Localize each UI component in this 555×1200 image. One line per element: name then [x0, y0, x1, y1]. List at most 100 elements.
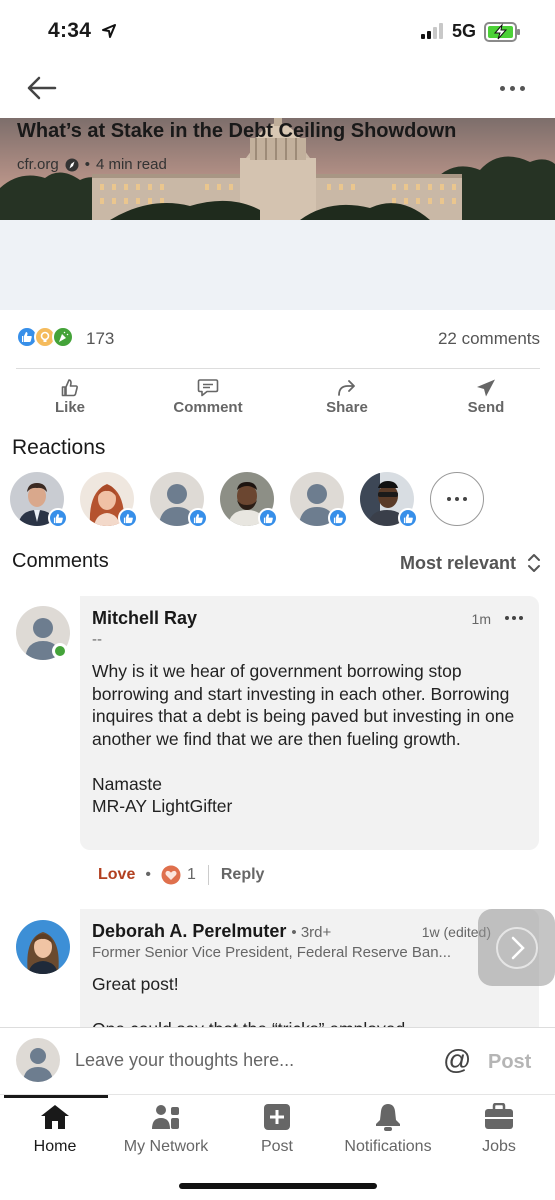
- location-arrow-icon: [102, 24, 116, 38]
- bell-icon: [376, 1104, 400, 1131]
- commenter-headline: Former Senior Vice President, Federal Re…: [92, 944, 452, 961]
- compass-icon: [65, 158, 79, 171]
- action-bar: Like Comment Share Send: [0, 374, 555, 422]
- comment-bubble: Mitchell Ray -- 1m Why is it we hear of …: [80, 596, 539, 850]
- send-button[interactable]: Send: [426, 374, 546, 422]
- home-indicator: [179, 1183, 377, 1189]
- signal-icon: [421, 23, 443, 39]
- love-heart-icon: [161, 865, 181, 885]
- reactor-avatar[interactable]: [220, 472, 278, 528]
- status-time: 4:34: [48, 19, 92, 42]
- like-badge-icon: [48, 508, 68, 528]
- tab-label: My Network: [123, 1138, 209, 1155]
- comment-button[interactable]: Comment: [148, 374, 268, 422]
- tab-jobs[interactable]: Jobs: [444, 1103, 554, 1163]
- share-label: Share: [326, 399, 368, 416]
- comment-bubble-icon: [197, 379, 219, 397]
- battery-charging-icon: [484, 22, 520, 42]
- tab-label: Home: [33, 1138, 77, 1155]
- comment-label: Comment: [173, 399, 243, 416]
- like-badge-icon: [258, 508, 278, 528]
- reactor-avatar[interactable]: [290, 472, 348, 528]
- like-label: Like: [54, 399, 85, 416]
- like-badge-icon: [118, 508, 138, 528]
- comments-title: Comments: [12, 550, 109, 572]
- my-avatar: [16, 1038, 60, 1082]
- top-nav-bar: [0, 60, 555, 118]
- send-label: Send: [467, 399, 505, 416]
- article-read-time: 4 min read: [95, 156, 167, 173]
- reactions-title: Reactions: [12, 436, 106, 459]
- article-title[interactable]: What’s at Stake in the Debt Ceiling Show…: [17, 120, 456, 143]
- mention-button[interactable]: @: [443, 1044, 471, 1076]
- like-button[interactable]: Like: [10, 374, 130, 422]
- active-tab-indicator: [4, 1095, 108, 1098]
- tab-label: Notifications: [344, 1138, 432, 1155]
- home-icon: [41, 1105, 69, 1129]
- sort-label: Most relevant: [399, 552, 516, 573]
- comment-actions: Love • 1 Reply: [98, 864, 264, 886]
- tab-my-network[interactable]: My Network: [111, 1103, 221, 1163]
- tab-post[interactable]: Post: [222, 1103, 332, 1163]
- reaction-count[interactable]: 173: [86, 329, 114, 349]
- share-arrow-icon: [338, 380, 355, 396]
- like-badge-icon: [188, 508, 208, 528]
- comments-header: Comments Most relevant: [12, 549, 542, 579]
- reactors-row: [10, 472, 550, 530]
- compose-bar: @ Post: [0, 1027, 555, 1095]
- comment-body: Why is it we hear of government borrowin…: [92, 661, 515, 816]
- commenter-avatar[interactable]: [16, 920, 70, 974]
- comments-count[interactable]: 22 comments: [438, 329, 540, 349]
- like-badge-icon: [398, 508, 418, 528]
- commenter-headline: --: [92, 631, 102, 648]
- tab-label: Jobs: [482, 1138, 516, 1155]
- tab-label: Post: [260, 1138, 293, 1155]
- social-counts: 173 22 comments: [16, 322, 540, 354]
- article-source-row: cfr.org • 4 min read: [17, 156, 167, 173]
- arrow-left-icon: [27, 76, 57, 100]
- article-source: cfr.org: [17, 156, 59, 173]
- comment-more-button[interactable]: [501, 610, 527, 626]
- reactor-avatar[interactable]: [10, 472, 68, 528]
- tab-home[interactable]: Home: [0, 1103, 110, 1163]
- network-icon: [152, 1105, 179, 1129]
- comment-body: Great post! One could say that the “tric…: [92, 974, 405, 1027]
- online-status-icon: [52, 643, 68, 659]
- article-card[interactable]: [0, 118, 555, 310]
- share-button[interactable]: Share: [287, 374, 407, 422]
- briefcase-icon: [485, 1103, 513, 1129]
- back-button[interactable]: [24, 72, 60, 104]
- thumbs-up-icon: [61, 379, 78, 397]
- meta-separator: •: [84, 156, 90, 173]
- post-comment-button[interactable]: Post: [488, 1051, 531, 1074]
- reactor-avatar[interactable]: [80, 472, 138, 528]
- like-badge-icon: [328, 508, 348, 528]
- tab-notifications[interactable]: Notifications: [333, 1103, 443, 1163]
- divider: [207, 865, 209, 885]
- comment-time: 1m: [471, 611, 491, 627]
- commenter-name[interactable]: Mitchell Ray: [92, 608, 527, 629]
- divider: [16, 368, 540, 369]
- more-reactions-button[interactable]: [430, 472, 484, 526]
- celebrate-icon: [52, 326, 74, 348]
- reaction-count[interactable]: 1: [187, 866, 196, 884]
- separator-dot: •: [145, 866, 151, 883]
- chevron-right-icon: [495, 926, 538, 969]
- comment-input[interactable]: [75, 1050, 415, 1071]
- next-floating-button[interactable]: [478, 909, 555, 986]
- reply-button[interactable]: Reply: [221, 866, 265, 884]
- commenter-name-text: Deborah A. Perelmuter: [92, 921, 287, 941]
- more-options-button[interactable]: [492, 74, 532, 102]
- article-meta-box: [0, 220, 555, 310]
- more-dots-icon: [447, 497, 451, 501]
- sort-toggle[interactable]: Most relevant: [400, 549, 542, 577]
- reactor-avatar[interactable]: [150, 472, 208, 528]
- more-dots-icon: [499, 85, 505, 91]
- love-reaction-button[interactable]: Love: [98, 866, 135, 884]
- plus-square-icon: [264, 1104, 290, 1130]
- paper-plane-icon: [477, 379, 495, 397]
- network-label: 5G: [452, 21, 477, 41]
- reaction-icons[interactable]: [16, 326, 74, 350]
- status-bar: 4:34 5G: [0, 0, 555, 60]
- reactor-avatar[interactable]: [360, 472, 418, 528]
